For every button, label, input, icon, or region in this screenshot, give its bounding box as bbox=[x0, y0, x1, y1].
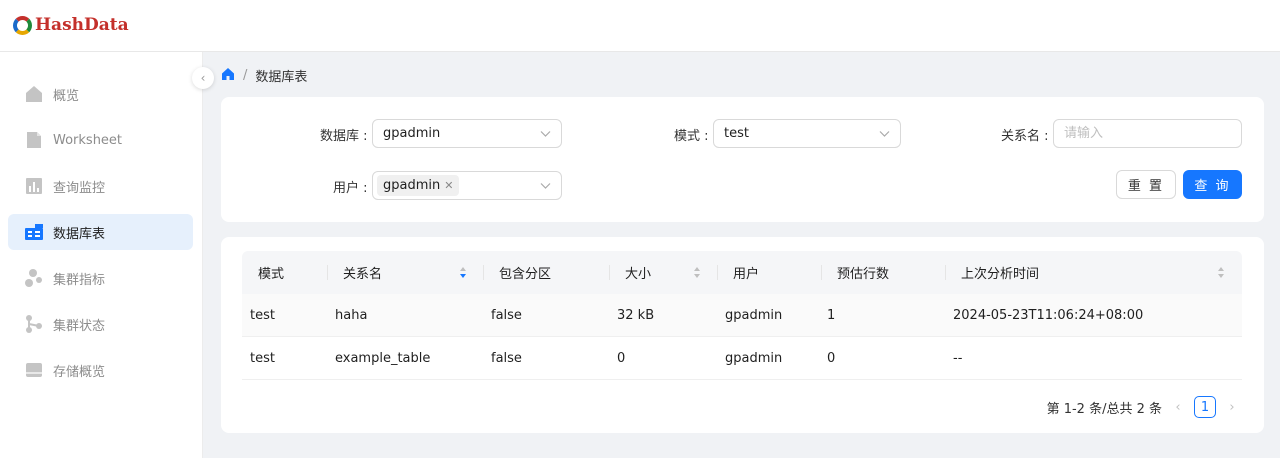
sidebar-item-cluster-metrics[interactable]: 集群指标 bbox=[8, 260, 193, 296]
column-header-size[interactable]: 大小 bbox=[625, 251, 651, 294]
collapse-sidebar-button[interactable]: ‹ bbox=[192, 67, 214, 89]
schema-select-value: test bbox=[724, 126, 749, 141]
sidebar-item-storage-overview[interactable]: 存储概览 bbox=[8, 352, 193, 388]
breadcrumb: / 数据库表 bbox=[221, 66, 307, 85]
cell-relation: example_table bbox=[335, 351, 431, 366]
table-row[interactable]: test haha false 32 kB gpadmin 1 2024-05-… bbox=[242, 294, 1242, 337]
cell-user: gpadmin bbox=[725, 308, 783, 323]
home-icon[interactable] bbox=[221, 67, 235, 85]
chevron-down-icon bbox=[540, 131, 551, 137]
column-header-schema: 模式 bbox=[258, 267, 285, 282]
breadcrumb-current: 数据库表 bbox=[255, 70, 308, 85]
table-header: 模式 关系名 包含分区 大小 用户 预估行数 上次分析时间 bbox=[242, 251, 1242, 294]
cell-partitioned: false bbox=[491, 308, 522, 323]
database-select[interactable]: gpadmin bbox=[372, 119, 562, 148]
sidebar-item-worksheet[interactable]: Worksheet bbox=[8, 122, 193, 158]
cell-size: 32 kB bbox=[617, 308, 655, 323]
schema-label: 模式 : bbox=[674, 129, 709, 144]
cell-user: gpadmin bbox=[725, 351, 783, 366]
sort-icon[interactable] bbox=[693, 266, 701, 279]
sidebar-item-cluster-status[interactable]: 集群状态 bbox=[8, 306, 193, 342]
breadcrumb-separator: / bbox=[243, 68, 248, 83]
table-panel: 模式 关系名 包含分区 大小 用户 预估行数 上次分析时间 test haha … bbox=[221, 237, 1264, 433]
pagination-summary: 第 1-2 条/总共 2 条 bbox=[1046, 401, 1162, 417]
column-divider bbox=[821, 265, 822, 280]
sort-icon[interactable] bbox=[1217, 266, 1225, 279]
column-divider bbox=[483, 265, 484, 280]
cell-estimated-rows: 1 bbox=[827, 308, 836, 323]
cell-schema: test bbox=[250, 351, 275, 366]
cell-partitioned: false bbox=[491, 351, 522, 366]
prev-page-icon[interactable]: ‹ bbox=[1168, 400, 1188, 415]
sidebar-item-label: 概览 bbox=[53, 88, 80, 104]
logo-mark-icon bbox=[13, 15, 32, 35]
pagination: 第 1-2 条/总共 2 条 ‹ 1 › bbox=[1047, 396, 1242, 418]
column-divider bbox=[609, 265, 610, 280]
chevron-down-icon bbox=[879, 131, 890, 137]
relation-label: 关系名 : bbox=[1001, 129, 1049, 144]
relation-input[interactable] bbox=[1053, 119, 1242, 148]
sidebar-item-query-monitor[interactable]: 查询监控 bbox=[8, 168, 193, 204]
cell-estimated-rows: 0 bbox=[827, 351, 836, 366]
sidebar-item-label: 数据库表 bbox=[53, 226, 106, 242]
sidebar-item-label: Worksheet bbox=[53, 132, 123, 148]
relations-table: 模式 关系名 包含分区 大小 用户 预估行数 上次分析时间 test haha … bbox=[242, 251, 1242, 380]
user-tag: gpadmin ✕ bbox=[377, 175, 460, 196]
column-divider bbox=[717, 265, 718, 280]
sidebar: 概览 Worksheet 查询监控 数据库表 集群指标 集群状态 存储概览 bbox=[0, 52, 203, 458]
database-select-value: gpadmin bbox=[383, 126, 441, 141]
bar-chart-icon bbox=[24, 176, 44, 196]
column-divider bbox=[945, 265, 946, 280]
cell-last-analyzed: 2024-05-23T11:06:24+08:00 bbox=[953, 308, 1144, 323]
close-icon[interactable]: ✕ bbox=[444, 179, 453, 192]
column-header-user: 用户 bbox=[733, 267, 760, 282]
cell-last-analyzed: -- bbox=[953, 351, 963, 366]
column-header-estimated-rows: 预估行数 bbox=[837, 267, 890, 282]
column-divider bbox=[327, 265, 328, 280]
query-button[interactable]: 查 询 bbox=[1183, 170, 1242, 199]
brand-logo[interactable]: HashData bbox=[13, 15, 129, 35]
column-header-relation[interactable]: 关系名 bbox=[343, 251, 382, 294]
document-icon bbox=[24, 130, 44, 150]
reset-button[interactable]: 重 置 bbox=[1116, 170, 1176, 199]
next-page-icon[interactable]: › bbox=[1222, 400, 1242, 415]
sidebar-item-label: 集群指标 bbox=[53, 272, 106, 288]
brand-name: HashData bbox=[35, 15, 129, 35]
cell-relation: haha bbox=[335, 308, 368, 323]
top-bar: HashData bbox=[0, 0, 1280, 52]
column-header-last-analyzed[interactable]: 上次分析时间 bbox=[961, 251, 1039, 294]
sidebar-item-overview[interactable]: 概览 bbox=[8, 76, 193, 112]
storage-icon bbox=[24, 360, 44, 380]
cluster-metrics-icon bbox=[24, 268, 44, 288]
sidebar-item-label: 存储概览 bbox=[53, 364, 106, 380]
sort-icon[interactable] bbox=[459, 266, 467, 279]
database-table-icon bbox=[24, 222, 44, 242]
chevron-left-icon: ‹ bbox=[200, 71, 206, 85]
sidebar-item-label: 查询监控 bbox=[53, 180, 106, 196]
user-label: 用户 : bbox=[333, 181, 368, 196]
filter-panel: 数据库 : gpadmin 模式 : test 关系名 : 用户 : gpadm… bbox=[221, 97, 1264, 222]
user-select[interactable]: gpadmin ✕ bbox=[372, 171, 562, 200]
cluster-status-icon bbox=[24, 314, 44, 334]
sidebar-item-label: 集群状态 bbox=[53, 318, 106, 334]
chevron-down-icon bbox=[540, 183, 551, 189]
database-label: 数据库 : bbox=[320, 129, 368, 144]
cell-schema: test bbox=[250, 308, 275, 323]
cell-size: 0 bbox=[617, 351, 626, 366]
home-icon bbox=[24, 84, 44, 104]
schema-select[interactable]: test bbox=[713, 119, 901, 148]
sidebar-item-database-tables[interactable]: 数据库表 bbox=[8, 214, 193, 250]
column-header-partitioned: 包含分区 bbox=[499, 267, 552, 282]
table-row[interactable]: test example_table false 0 gpadmin 0 -- bbox=[242, 337, 1242, 380]
user-tag-label: gpadmin bbox=[383, 178, 441, 193]
page-number-button[interactable]: 1 bbox=[1194, 396, 1216, 418]
